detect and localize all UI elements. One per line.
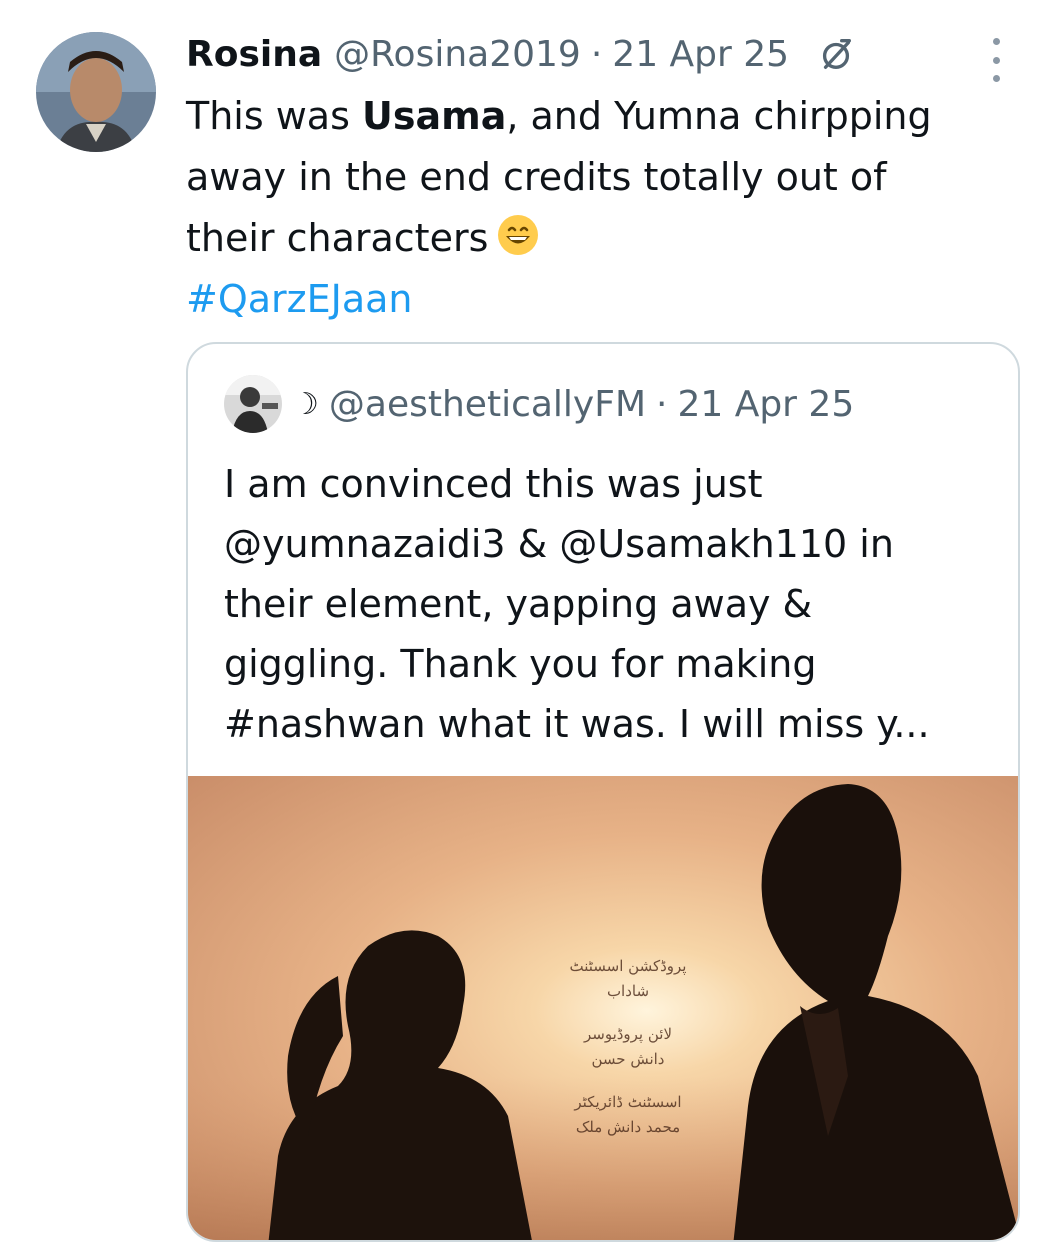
credit-line: محمد دانش ملک	[575, 1118, 681, 1136]
quoted-media-image[interactable]: پروڈکشن اسسٹنٹ شاداب لائن پروڈیوسر دانش …	[188, 776, 1018, 1240]
credit-line: شاداب	[606, 982, 650, 1000]
quoted-timestamp[interactable]: 21 Apr 25	[677, 384, 854, 425]
quoted-tweet-header: ☽ @aestheticallyFM · 21 Apr 25	[224, 374, 854, 434]
author-avatar[interactable]	[36, 32, 156, 152]
quoted-tweet-text: I am convinced this was just @yumnazaidi…	[224, 454, 1004, 754]
author-handle[interactable]: @Rosina2019	[334, 34, 581, 75]
quoted-tweet[interactable]: ☽ @aestheticallyFM · 21 Apr 25 I am conv…	[186, 342, 1020, 1242]
text-segment: , and Yumna chirpping	[506, 94, 932, 138]
quoted-text-line: I am convinced this was just	[224, 462, 763, 506]
credit-line: اسسٹنٹ ڈائریکٹر	[574, 1093, 682, 1111]
bold-mention: Usama	[361, 94, 507, 138]
tweet-timestamp[interactable]: 21 Apr 25	[612, 34, 789, 75]
quoted-text-line: @yumnazaidi3 & @Usamakh110 in	[224, 522, 894, 566]
more-options-icon[interactable]	[986, 38, 1006, 82]
quoted-author-handle[interactable]: @aestheticallyFM	[329, 384, 646, 425]
end-credits-overlay: پروڈکشن اسسٹنٹ شاداب لائن پروڈیوسر دانش …	[568, 956, 688, 1142]
author-name[interactable]: Rosina	[186, 34, 322, 75]
credit-line: پروڈکشن اسسٹنٹ	[569, 957, 687, 975]
text-segment: This was	[186, 94, 362, 138]
quoted-text-line: #nashwan what it was. I will miss y...	[224, 702, 930, 746]
tweet-header: Rosina @Rosina2019 · 21 Apr 25	[186, 26, 855, 82]
tweet[interactable]: Rosina @Rosina2019 · 21 Apr 25 This was …	[0, 0, 1058, 1242]
separator-dot: ·	[590, 33, 603, 75]
credit-line: دانش حسن	[591, 1050, 665, 1068]
quoted-author-name[interactable]: ☽	[292, 387, 319, 422]
hashtag-link[interactable]: #QarzEJaan	[186, 269, 1006, 330]
text-line: their characters	[186, 216, 489, 260]
verified-badge-icon	[817, 35, 855, 73]
tweet-text: This was Usama, and Yumna chirpping away…	[186, 86, 1006, 330]
text-line: away in the end credits totally out of	[186, 155, 887, 199]
separator-dot: ·	[656, 383, 668, 425]
quoted-author-avatar[interactable]	[224, 375, 282, 433]
grinning-face-emoji	[496, 213, 540, 257]
quoted-text-line: giggling. Thank you for making	[224, 642, 817, 686]
quoted-text-line: their element, yapping away &	[224, 582, 813, 626]
credit-line: لائن پروڈیوسر	[583, 1025, 673, 1043]
